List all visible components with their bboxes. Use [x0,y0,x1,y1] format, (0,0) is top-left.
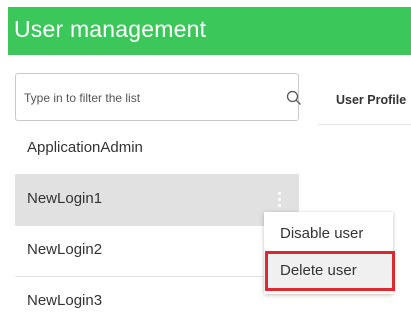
user-list-item[interactable]: ApplicationAdmin [15,124,299,175]
menu-item-label: Delete user [280,262,357,279]
user-list-item[interactable]: NewLogin2 [15,226,299,277]
disable-user-menu-item[interactable]: Disable user [264,216,393,253]
context-menu: Disable user Delete user [264,212,393,294]
user-list-item-label: NewLogin1 [27,190,103,207]
tab-user-profile-label: User Profile [336,93,407,107]
search-icon[interactable] [286,90,302,106]
delete-user-menu-item[interactable]: Delete user [264,253,393,290]
filter-input[interactable] [24,87,264,109]
user-list-item-label: NewLogin3 [27,292,103,309]
kebab-menu-icon[interactable] [274,190,286,210]
user-list-item-selected[interactable]: NewLogin1 [15,175,299,226]
menu-item-label: Disable user [280,225,364,242]
page-title: User management [14,16,207,42]
user-management-panel: User management User Profile Application… [0,0,411,322]
tab-user-profile[interactable]: User Profile [318,73,411,125]
user-list: ApplicationAdmin NewLogin1 NewLogin2 New… [15,124,299,322]
user-list-item[interactable]: NewLogin3 [15,277,299,322]
user-list-item-label: ApplicationAdmin [27,139,143,156]
filter-box[interactable] [15,73,302,121]
title-bar: User management [8,7,411,55]
user-list-item-label: NewLogin2 [27,241,103,258]
